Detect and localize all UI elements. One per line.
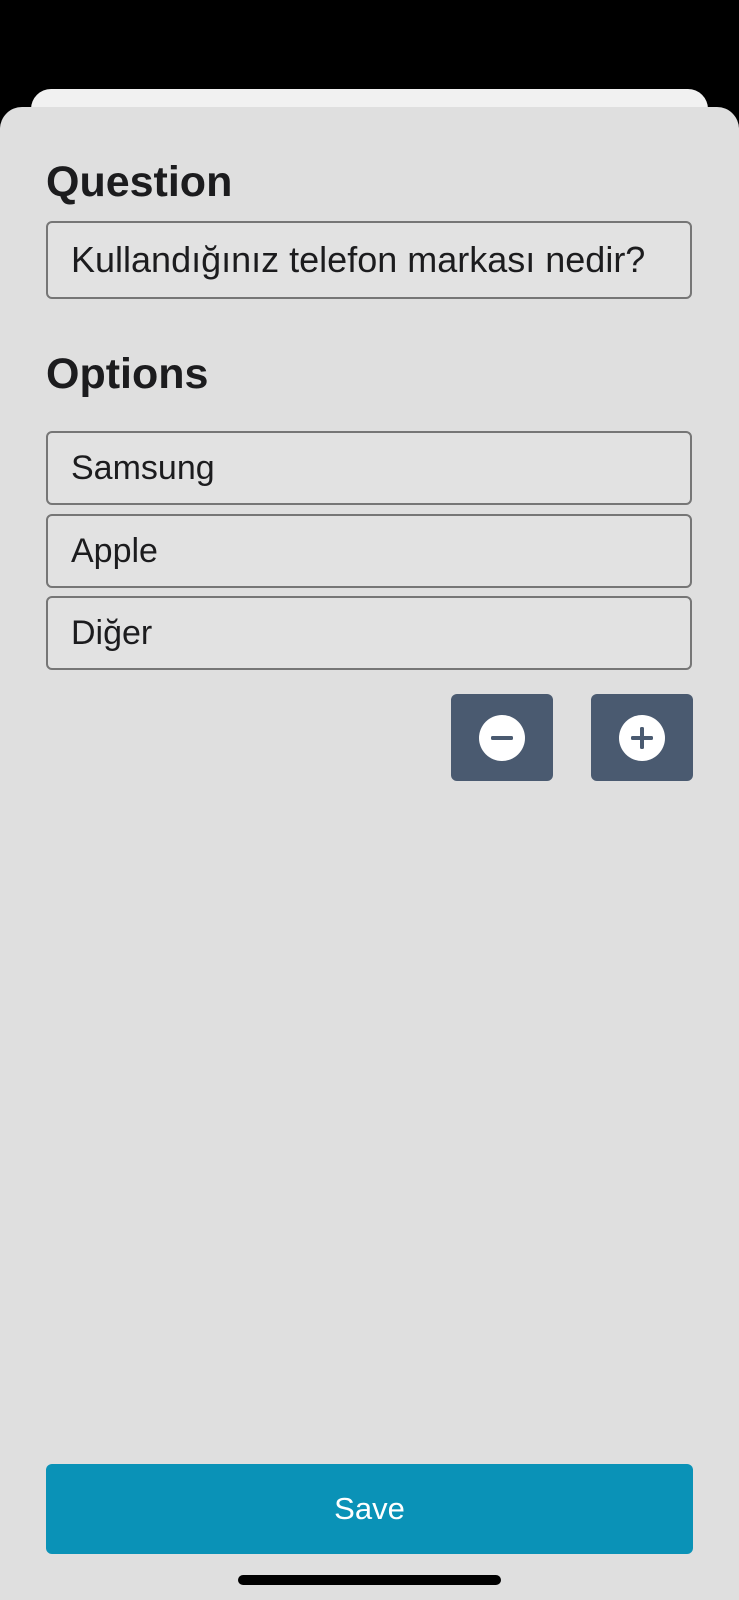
options-heading: Options bbox=[46, 350, 209, 398]
option-input-2[interactable] bbox=[46, 514, 692, 588]
remove-option-button[interactable] bbox=[451, 694, 553, 781]
home-indicator bbox=[238, 1575, 501, 1585]
save-button[interactable]: Save bbox=[46, 1464, 693, 1554]
option-input-3[interactable] bbox=[46, 596, 692, 670]
question-heading: Question bbox=[46, 158, 233, 206]
minus-circle-icon bbox=[479, 714, 525, 761]
add-option-button[interactable] bbox=[591, 694, 693, 781]
question-editor-sheet: Question Options bbox=[0, 107, 739, 1600]
option-input-1[interactable] bbox=[46, 431, 692, 505]
question-input[interactable] bbox=[46, 221, 692, 299]
plus-circle-icon bbox=[619, 714, 665, 761]
